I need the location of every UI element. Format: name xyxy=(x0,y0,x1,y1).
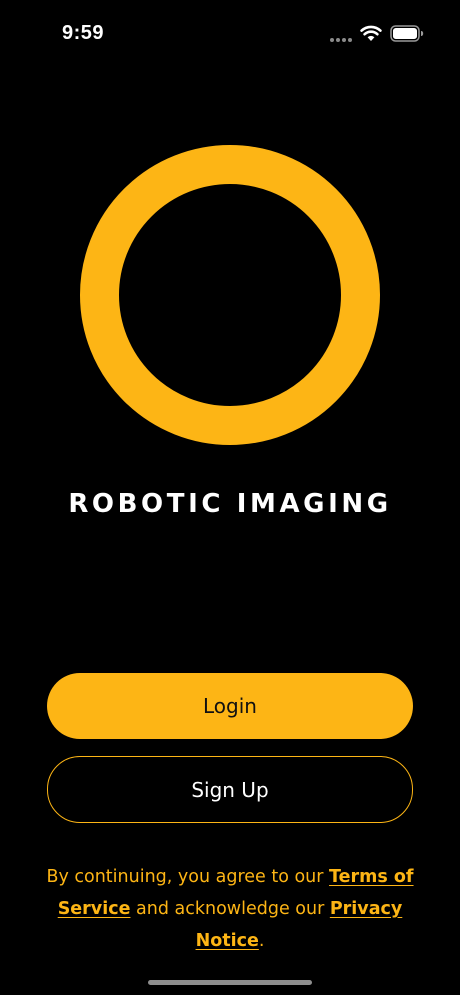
wifi-icon xyxy=(360,25,382,41)
brand-title: ROBOTIC IMAGING xyxy=(68,489,392,519)
cellular-dots-icon xyxy=(330,38,354,42)
sign-up-button[interactable]: Sign Up xyxy=(47,756,413,823)
sign-up-button-label: Sign Up xyxy=(191,777,269,802)
legal-suffix: . xyxy=(258,931,265,951)
login-button[interactable]: Login xyxy=(47,673,413,739)
login-button-label: Login xyxy=(203,694,257,718)
ring-logo-icon xyxy=(80,145,380,445)
status-time: 9:59 xyxy=(62,22,105,44)
home-indicator[interactable] xyxy=(148,980,312,985)
status-bar: 9:59 xyxy=(0,0,460,60)
legal-middle: and acknowledge our xyxy=(130,899,330,919)
legal-notice: By continuing, you agree to our Terms of… xyxy=(40,861,420,957)
legal-prefix: By continuing, you agree to our xyxy=(46,867,330,887)
battery-icon xyxy=(390,25,424,42)
